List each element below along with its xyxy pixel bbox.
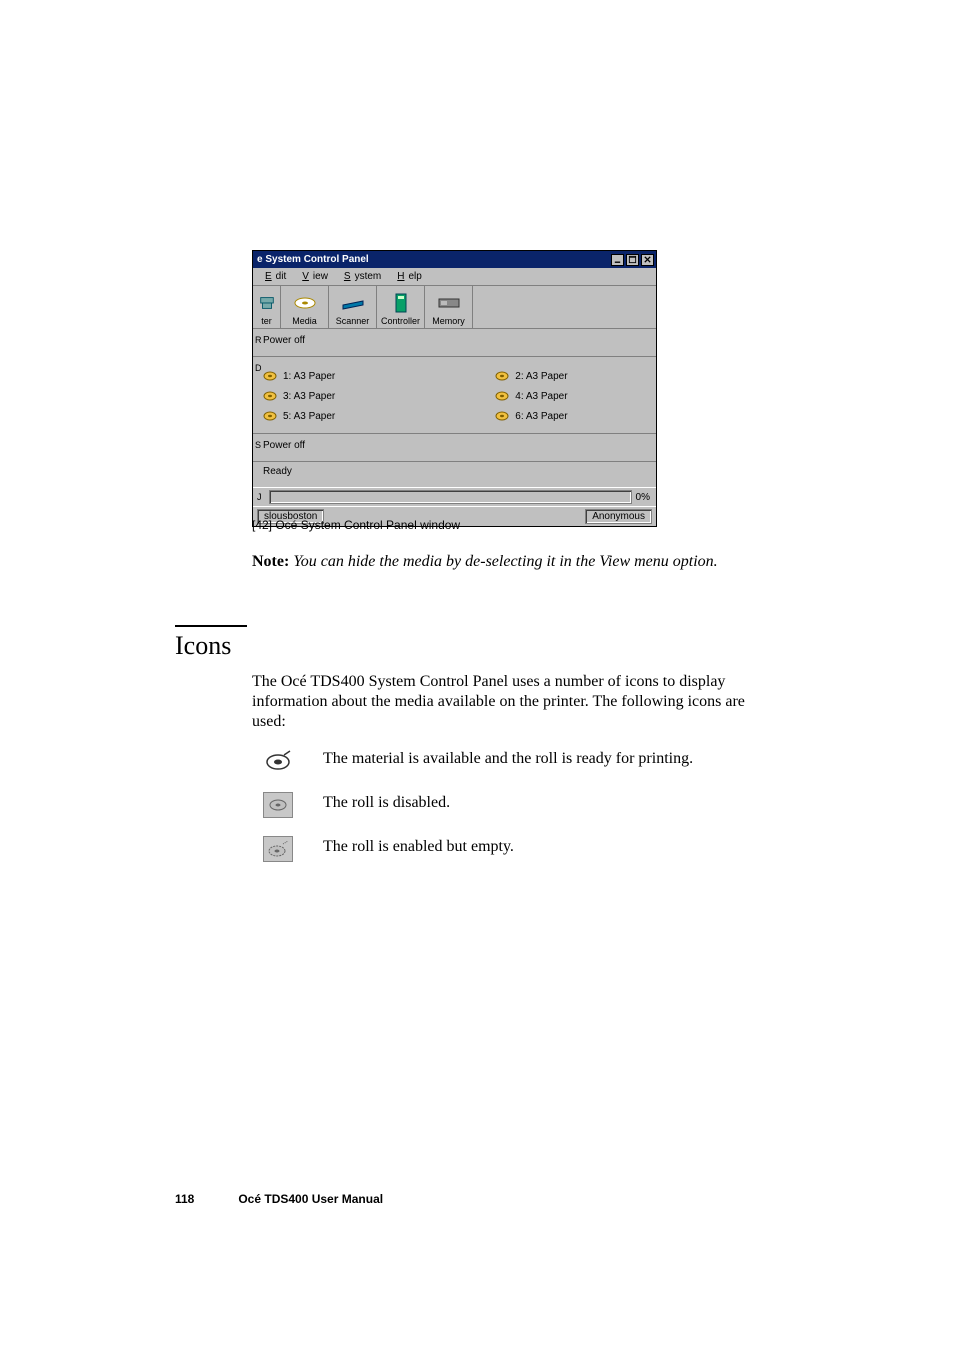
media-marker: D [255,363,262,373]
icon-list: The material is available and the roll i… [263,748,783,880]
media-item-5: 5: A3 Paper [263,409,335,423]
maximize-button[interactable] [626,254,639,266]
media-grid: 1: A3 Paper 3: A3 Paper 5: A3 Paper 2: A… [263,369,646,423]
icon-row-disabled-text: The roll is disabled. [323,792,450,812]
window-title: e System Control Panel [257,254,369,265]
minimize-button[interactable] [611,254,624,266]
media-item-1: 1: A3 Paper [263,369,335,383]
roll-ready-icon [263,389,277,403]
memory-icon [438,292,460,314]
roll-ready-icon [263,748,293,774]
roll-empty-icon [263,836,293,862]
manual-title: Océ TDS400 User Manual [238,1192,383,1206]
page: e System Control Panel Edit View System … [0,0,954,1351]
printer-marker: R [255,335,262,345]
figure-caption: [42] Océ System Control Panel window [252,518,460,532]
page-number: 118 [175,1192,235,1206]
note-label: Note: [252,553,289,570]
heading-rule [175,625,247,627]
toolbar-controller[interactable]: Controller [377,286,425,328]
window-buttons [611,254,654,266]
icon-row-ready: The material is available and the roll i… [263,748,783,774]
note-text: You can hide the media by de-selecting i… [289,553,717,570]
icon-row-ready-text: The material is available and the roll i… [323,748,693,768]
media-item-3-label: 3: A3 Paper [283,391,335,402]
icon-row-empty: The roll is enabled but empty. [263,836,783,862]
scanner-icon [341,292,365,314]
controller-section: Ready [253,462,656,487]
scanner-marker: S [255,440,261,450]
screenshot-window: e System Control Panel Edit View System … [252,250,657,527]
media-section: D 1: A3 Paper 3: A3 Paper 5: A3 Paper [253,357,656,434]
media-col-right: 2: A3 Paper 4: A3 Paper 6: A3 Paper [495,369,567,423]
media-item-4-label: 4: A3 Paper [515,391,567,402]
media-item-2: 2: A3 Paper [495,369,567,383]
media-item-2-label: 2: A3 Paper [515,371,567,382]
menu-help[interactable]: Help [389,270,426,283]
menu-view[interactable]: View [294,270,332,283]
toolbar-printer[interactable]: ter [253,286,281,328]
media-item-4: 4: A3 Paper [495,389,567,403]
scanner-section: S Power off [253,434,656,462]
icons-paragraph: The Océ TDS400 System Control Panel uses… [252,672,772,732]
icon-row-disabled: The roll is disabled. [263,792,783,818]
progress-bar [269,490,632,504]
roll-ready-icon [495,389,509,403]
toolbar-memory[interactable]: Memory [425,286,473,328]
roll-ready-icon [263,409,277,423]
progress-percent: 0% [636,492,652,503]
controller-status: Ready [263,466,292,477]
scanner-status: Power off [263,440,305,451]
title-bar: e System Control Panel [253,251,656,268]
controller-icon [394,292,408,314]
roll-ready-icon [495,369,509,383]
media-item-1-label: 1: A3 Paper [283,371,335,382]
progress-row: J 0% [253,487,656,506]
media-item-5-label: 5: A3 Paper [283,411,335,422]
media-col-left: 1: A3 Paper 3: A3 Paper 5: A3 Paper [263,369,335,423]
close-button[interactable] [641,254,654,266]
toolbar-media-label: Media [292,316,317,326]
toolbar-scanner[interactable]: Scanner [329,286,377,328]
toolbar-controller-label: Controller [381,316,420,326]
toolbar: ter Media Scanner Controller Memory [253,286,656,329]
roll-disabled-icon [263,792,293,818]
toolbar-media[interactable]: Media [281,286,329,328]
toolbar-printer-label: ter [261,316,272,326]
icon-row-empty-text: The roll is enabled but empty. [323,836,514,856]
note-line: Note: You can hide the media by de-selec… [252,553,718,571]
progress-marker: J [257,492,265,502]
media-item-6: 6: A3 Paper [495,409,567,423]
status-right: Anonymous [585,509,652,524]
toolbar-scanner-label: Scanner [336,316,370,326]
printer-icon [258,292,276,314]
menu-bar: Edit View System Help [253,268,656,286]
roll-ready-icon [263,369,277,383]
toolbar-memory-label: Memory [432,316,465,326]
menu-system[interactable]: System [336,270,385,283]
media-item-3: 3: A3 Paper [263,389,335,403]
media-roll-icon [293,292,317,314]
heading-icons: Icons [175,631,231,661]
printer-status: Power off [263,335,305,346]
menu-edit[interactable]: Edit [257,270,290,283]
printer-section: R Power off [253,329,656,357]
page-footer: 118 Océ TDS400 User Manual [175,1192,383,1206]
roll-ready-icon [495,409,509,423]
media-item-6-label: 6: A3 Paper [515,411,567,422]
